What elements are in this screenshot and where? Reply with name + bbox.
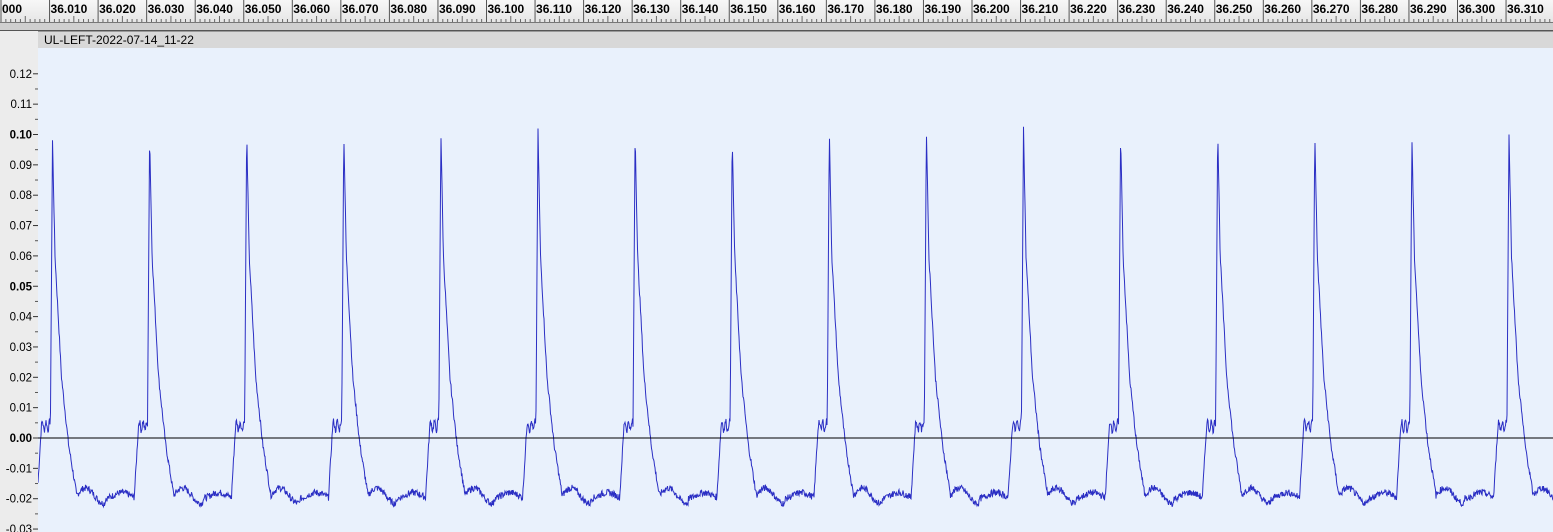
timeline-tick-label: 36.270 [1313, 2, 1350, 16]
timeline-tick-label: 36.280 [1361, 2, 1398, 16]
timeline-tick-label: 36.060 [293, 2, 330, 16]
timeline-tick-label: 36.310 [1507, 2, 1544, 16]
timeline-tick-label: 36.200 [973, 2, 1010, 16]
timeline-tick-label: 36.240 [1167, 2, 1204, 16]
amplitude-label: 0.07 [10, 221, 32, 233]
timeline-tick-label: 36.220 [1070, 2, 1107, 16]
amplitude-label: 0.03 [10, 342, 32, 354]
amplitude-label: 0.10 [10, 130, 32, 142]
amplitude-label: 0.11 [10, 99, 32, 111]
waveform-plot[interactable] [38, 48, 1553, 532]
ruler-separator [0, 23, 1553, 31]
timeline-tick-label: 36.160 [779, 2, 816, 16]
track-name-bar[interactable]: UL-LEFT-2022-07-14_11-22 [38, 31, 1553, 49]
timeline-tick-label: 36.120 [585, 2, 622, 16]
track-name: UL-LEFT-2022-07-14_11-22 [44, 33, 194, 47]
amplitude-label: -0.03 [6, 524, 32, 532]
timeline-tick-label: 36.130 [633, 2, 670, 16]
timeline-tick-label: 36.180 [876, 2, 913, 16]
amplitude-label: 0.09 [10, 160, 32, 172]
amplitude-label: 0.02 [10, 372, 32, 384]
timeline-tick-label: 36.080 [390, 2, 427, 16]
amplitude-label: -0.02 [6, 494, 32, 506]
timeline-tick-label: 000 [2, 2, 22, 16]
amplitude-ruler: 0.12 0.11 0.10 0.09 0.08 0.07 0.06 0.05 0.04 0.03… [0, 31, 39, 532]
amplitude-label: 0.06 [10, 251, 32, 263]
timeline-tick-label: 36.050 [245, 2, 282, 16]
timeline-tick-label: 36.230 [1119, 2, 1156, 16]
amplitude-label: -0.01 [6, 463, 32, 475]
timeline-tick-label: 36.170 [827, 2, 864, 16]
timeline-tick-label: 36.020 [99, 2, 136, 16]
timeline-tick-label: 36.140 [682, 2, 719, 16]
timeline-tick-label: 36.260 [1264, 2, 1301, 16]
amplitude-label: 0.00 [10, 433, 32, 445]
amplitude-label: 0.08 [10, 190, 32, 202]
timeline-tick-label: 36.090 [439, 2, 476, 16]
timeline-tick-label: 36.150 [730, 2, 767, 16]
amplitude-label: 0.12 [10, 69, 32, 81]
timeline-tick-label: 36.100 [488, 2, 525, 16]
amplitude-axis: 0.12 0.11 0.10 0.09 0.08 0.07 0.06 0.05 0.04 0.03… [6, 69, 38, 532]
timeline-tick-label: 36.190 [924, 2, 961, 16]
amplitude-label: 0.04 [10, 312, 33, 324]
timeline-tick-label: 36.010 [51, 2, 88, 16]
timeline-tick-label: 36.070 [342, 2, 379, 16]
timeline-tick-label: 36.210 [1022, 2, 1059, 16]
timeline-tick-label: 36.250 [1216, 2, 1253, 16]
amplitude-label: 0.05 [10, 281, 33, 293]
timeline-ticks: 000 36.010 36.020 36.030 36.040 36.050 36.060 3… [0, 0, 1551, 22]
timeline-tick-label: 36.040 [196, 2, 233, 16]
timeline-ruler[interactable]: 000 36.010 36.020 36.030 36.040 36.050 36.060 3… [0, 0, 1553, 23]
amplitude-label: 0.01 [10, 403, 32, 415]
timeline-tick-label: 36.110 [536, 2, 572, 16]
timeline-tick-label: 36.290 [1410, 2, 1447, 16]
timeline-tick-label: 36.300 [1459, 2, 1496, 16]
timeline-tick-label: 36.030 [148, 2, 185, 16]
